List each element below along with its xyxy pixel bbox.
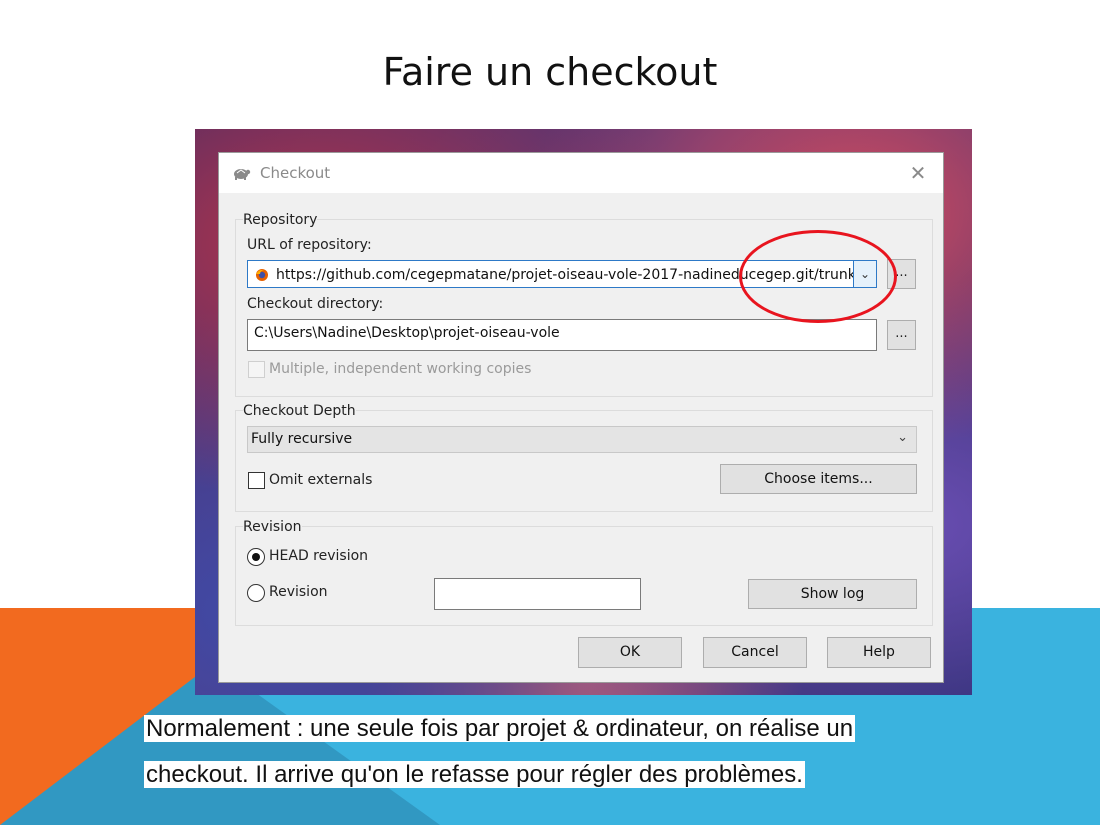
omit-externals-checkbox[interactable] <box>248 472 265 489</box>
show-log-button[interactable]: Show log <box>748 579 917 609</box>
depth-selected-value: Fully recursive <box>251 431 353 447</box>
caption-line-1-text: Normalement : une seule fois par projet … <box>144 715 856 742</box>
multiple-copies-checkbox[interactable] <box>248 361 265 378</box>
checkout-depth-group-label: Checkout Depth <box>243 403 356 419</box>
revision-label: Revision <box>269 584 328 600</box>
head-revision-label: HEAD revision <box>269 548 369 564</box>
omit-externals-label: Omit externals <box>269 472 373 488</box>
dialog-titlebar: Checkout ✕ <box>219 153 943 193</box>
caption-line-1: Normalement : une seule fois par projet … <box>144 715 856 743</box>
revision-group <box>235 526 933 626</box>
revision-group-label: Revision <box>243 519 302 535</box>
revision-input[interactable] <box>434 578 641 610</box>
ok-button[interactable]: OK <box>578 637 682 668</box>
caption-line-2-text: checkout. Il arrive qu'on le refasse pou… <box>144 761 805 788</box>
firefox-icon <box>256 269 268 281</box>
repository-group-label: Repository <box>243 212 318 228</box>
help-button[interactable]: Help <box>827 637 931 668</box>
checkout-directory-label: Checkout directory: <box>247 296 384 312</box>
head-revision-radio[interactable] <box>247 548 265 566</box>
chevron-down-icon: ⌄ <box>897 430 908 445</box>
dialog-title: Checkout <box>260 164 331 182</box>
cancel-button[interactable]: Cancel <box>703 637 807 668</box>
radio-selected-dot <box>252 553 260 561</box>
close-icon[interactable]: ✕ <box>903 159 933 187</box>
url-label: URL of repository: <box>247 237 372 253</box>
depth-select[interactable]: Fully recursive ⌄ <box>247 426 917 453</box>
checkout-directory-input[interactable]: C:\Users\Nadine\Desktop\projet-oiseau-vo… <box>247 319 877 351</box>
caption-line-2: checkout. Il arrive qu'on le refasse pou… <box>144 761 805 789</box>
slide-title: Faire un checkout <box>382 50 718 94</box>
highlight-circle <box>739 230 897 323</box>
directory-browse-button[interactable]: ... <box>887 320 916 350</box>
checkout-directory-value: C:\Users\Nadine\Desktop\projet-oiseau-vo… <box>254 325 560 341</box>
tortoise-icon <box>234 169 251 180</box>
revision-radio[interactable] <box>247 584 265 602</box>
multiple-copies-label: Multiple, independent working copies <box>269 361 532 377</box>
choose-items-button[interactable]: Choose items... <box>720 464 917 494</box>
